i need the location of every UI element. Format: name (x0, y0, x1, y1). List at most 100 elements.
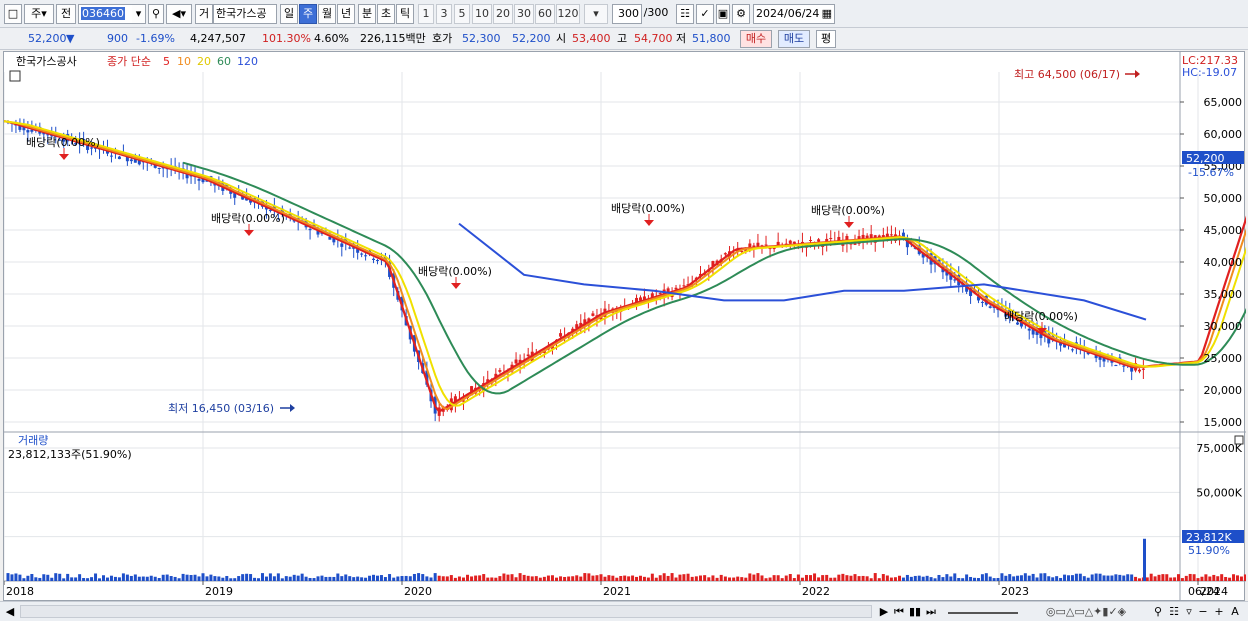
volume-bar (917, 575, 921, 581)
period-day[interactable]: 일 (280, 4, 298, 24)
volume-bar (992, 578, 996, 581)
volume-bar (412, 573, 416, 581)
volume-bar (249, 574, 253, 581)
volume-bar (905, 574, 909, 581)
period-month[interactable]: 월 (318, 4, 336, 24)
volume-bar (375, 575, 379, 581)
play-icon[interactable]: ▮▮ (908, 604, 922, 619)
candle-body (26, 130, 30, 133)
date-input[interactable]: 2024/06/24 ▦ (753, 4, 835, 24)
drawing-tools-icon[interactable]: ◎▭△▭△✦▮✓◈ (1024, 604, 1148, 619)
period-tick[interactable]: 틱 (396, 4, 414, 24)
candles (6, 118, 1145, 422)
volume-bar (1004, 575, 1008, 581)
period-minute[interactable]: 분 (358, 4, 376, 24)
candle-body (658, 293, 662, 295)
code-dropdown-icon[interactable]: ▾ (132, 4, 146, 24)
volume-bar (925, 575, 929, 581)
moving-averages (3, 120, 1248, 413)
volume-bar (137, 576, 141, 581)
collapse-icon[interactable]: ▿ (1182, 604, 1196, 619)
sell-button[interactable]: 매도 (778, 30, 810, 48)
volume-bar (98, 578, 102, 581)
search-icon[interactable]: ⚲ (148, 4, 164, 24)
volume-bar (776, 575, 780, 581)
trade-button[interactable]: 거 (195, 4, 213, 24)
interval-5[interactable]: 5 (454, 4, 470, 24)
volume-bar (690, 576, 694, 581)
layout-icon[interactable]: □ (4, 4, 22, 24)
interval-10[interactable]: 10 (472, 4, 492, 24)
volume-bar (1176, 574, 1180, 581)
gear-icon[interactable]: ⚙ (732, 4, 750, 24)
volume-close-icon[interactable] (1234, 435, 1244, 445)
volume-axis: 75,000K50,000K25,000K (1196, 442, 1242, 544)
candle-icon[interactable]: ☷ (676, 4, 694, 24)
zoom-in-icon[interactable]: + (1212, 604, 1226, 619)
candle-body (1122, 365, 1126, 367)
save-icon[interactable]: ▣ (716, 4, 730, 24)
scroll-track[interactable] (20, 605, 872, 618)
volume-bar (833, 577, 837, 581)
count-input[interactable]: 300 (612, 4, 642, 24)
interval-1[interactable]: 1 (418, 4, 434, 24)
volume-bar (885, 575, 889, 581)
eval-button[interactable]: 평 (816, 30, 836, 48)
interval-dropdown[interactable]: ▾ (584, 4, 608, 24)
volume-bar (817, 577, 821, 581)
zoom-slider[interactable] (948, 604, 1018, 614)
chart-grid-icon[interactable] (9, 70, 21, 82)
volume-bar (478, 575, 482, 581)
chart-area[interactable]: 배당락(0.00%) 배당락(0.00%) 배당락(0.00%) 배당락(0.00%)… (3, 51, 1248, 602)
chart-svg[interactable]: 배당락(0.00%) 배당락(0.00%) 배당락(0.00%) 배당락(0.00%)… (3, 52, 1248, 602)
volume-bar (538, 577, 542, 581)
first-page-icon[interactable]: ⏮ (892, 604, 906, 619)
legend-ma20: 20 (197, 55, 211, 68)
toolbar: □ 주▾ 전 036460 ▾ ⚲ ◀▾ 거 한국가스공 일 주 월 년 분 초… (0, 0, 1248, 28)
interval-20[interactable]: 20 (493, 4, 513, 24)
scroll-right-icon[interactable]: ▶ (878, 604, 890, 619)
zoom-out-icon[interactable]: − (1196, 604, 1210, 619)
scroll-left-icon[interactable]: ◀ (4, 604, 16, 619)
volume-bar (869, 578, 873, 581)
volume-bar (6, 573, 10, 581)
interval-3[interactable]: 3 (436, 4, 452, 24)
draw-icon[interactable]: ✓ (696, 4, 714, 24)
low-arrowhead (290, 404, 295, 412)
volume-bar (66, 573, 70, 581)
stock-name-field[interactable]: 한국가스공 (213, 4, 277, 24)
volume-bar (567, 576, 571, 581)
high-arrowhead (1135, 70, 1140, 78)
search-small-icon[interactable]: ⚲ (1150, 604, 1166, 619)
last-page-icon[interactable]: ⏭ (924, 604, 938, 619)
price-tick-label: 30,000 (1204, 320, 1243, 333)
volume-bar (348, 576, 352, 581)
volume-info: 23,812,133주(51.90%) (8, 448, 132, 461)
buy-button[interactable]: 매수 (740, 30, 772, 48)
volume-bar (611, 575, 615, 581)
speaker-icon[interactable]: ◀▾ (166, 4, 192, 24)
interval-60[interactable]: 60 (535, 4, 555, 24)
volume-bar (1008, 574, 1012, 581)
volume-bar (26, 575, 30, 581)
ma-line-5 (3, 120, 1248, 413)
period-week[interactable]: 주 (299, 4, 317, 24)
volume-bar (1098, 573, 1102, 581)
volume-bar (845, 575, 849, 581)
candle-body (308, 229, 312, 231)
prev-button[interactable]: 전 (56, 4, 76, 24)
volume-bar (1130, 574, 1134, 581)
volume-bar (1196, 578, 1200, 581)
period-dropdown[interactable]: 주▾ (24, 4, 54, 24)
volume-bar (433, 573, 437, 581)
dividend-label: 배당락(0.00%) (26, 136, 100, 149)
volume-bar (1200, 576, 1204, 581)
interval-120[interactable]: 120 (556, 4, 580, 24)
volume-bar (1023, 573, 1027, 581)
period-year[interactable]: 년 (337, 4, 355, 24)
interval-30[interactable]: 30 (514, 4, 534, 24)
calendar-icon[interactable]: ▦ (822, 5, 832, 23)
period-second[interactable]: 초 (377, 4, 395, 24)
font-size-icon[interactable]: A (1228, 604, 1242, 619)
chart-type-icon[interactable]: ☷ (1166, 604, 1182, 619)
